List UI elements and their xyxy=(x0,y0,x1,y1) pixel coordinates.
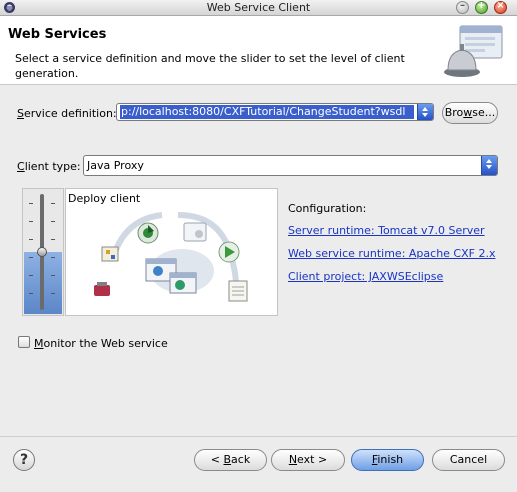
client-project-link[interactable]: Client project: JAXWSEclipse xyxy=(288,270,443,283)
settings-page-icon xyxy=(183,222,207,242)
page-title: Web Services xyxy=(8,27,107,42)
page-description: Select a service definition and move the… xyxy=(15,52,405,80)
monitor-web-service-label[interactable]: Monitor the Web service xyxy=(34,337,168,350)
play-icon xyxy=(218,241,240,263)
monitor-web-service-checkbox[interactable] xyxy=(18,336,30,348)
minimize-button[interactable]: – xyxy=(456,0,469,14)
service-definition-label: Service definition: xyxy=(17,107,117,120)
server-runtime-link[interactable]: Server runtime: Tomcat v7.0 Server xyxy=(288,224,485,237)
document-icon xyxy=(228,280,248,302)
wizard-bell-icon xyxy=(444,25,503,77)
service-definition-value[interactable]: p://localhost:8080/CXFTutorial/ChangeStu… xyxy=(120,105,414,119)
toolbox-icon xyxy=(94,282,110,296)
next-button[interactable]: Next > xyxy=(271,449,345,471)
client-type-label: Client type: xyxy=(17,160,81,173)
client-type-select[interactable]: Java Proxy xyxy=(83,155,498,176)
select-arrows-icon[interactable] xyxy=(481,156,497,175)
window-title: Web Service Client xyxy=(206,1,311,14)
package-icon xyxy=(101,246,119,262)
cancel-button[interactable]: Cancel xyxy=(432,449,505,471)
back-button[interactable]: < Back xyxy=(194,449,267,471)
footer-divider xyxy=(0,436,517,437)
client-type-value: Java Proxy xyxy=(87,159,144,172)
slider-thumb[interactable] xyxy=(37,247,47,257)
gear-globe-icon xyxy=(137,222,159,244)
browse-button[interactable]: Browse... xyxy=(442,102,498,124)
slider-level-label: Deploy client xyxy=(68,192,141,205)
close-icon: × xyxy=(496,0,505,11)
client-level-diagram xyxy=(65,188,278,316)
combo-arrows-icon[interactable] xyxy=(417,104,433,120)
configuration-heading: Configuration: xyxy=(288,202,367,215)
close-button[interactable]: × xyxy=(494,0,507,14)
client-level-slider[interactable] xyxy=(22,188,64,316)
deployment-diagram xyxy=(94,212,248,302)
minimize-icon: – xyxy=(460,0,465,11)
service-definition-combo[interactable]: p://localhost:8080/CXFTutorial/ChangeStu… xyxy=(116,103,434,121)
help-icon[interactable]: ? xyxy=(13,449,35,471)
finish-button[interactable]: Finish xyxy=(351,449,424,471)
maximize-icon: + xyxy=(477,0,486,11)
web-service-runtime-link[interactable]: Web service runtime: Apache CXF 2.x xyxy=(288,247,495,260)
maximize-button[interactable]: + xyxy=(475,0,488,14)
